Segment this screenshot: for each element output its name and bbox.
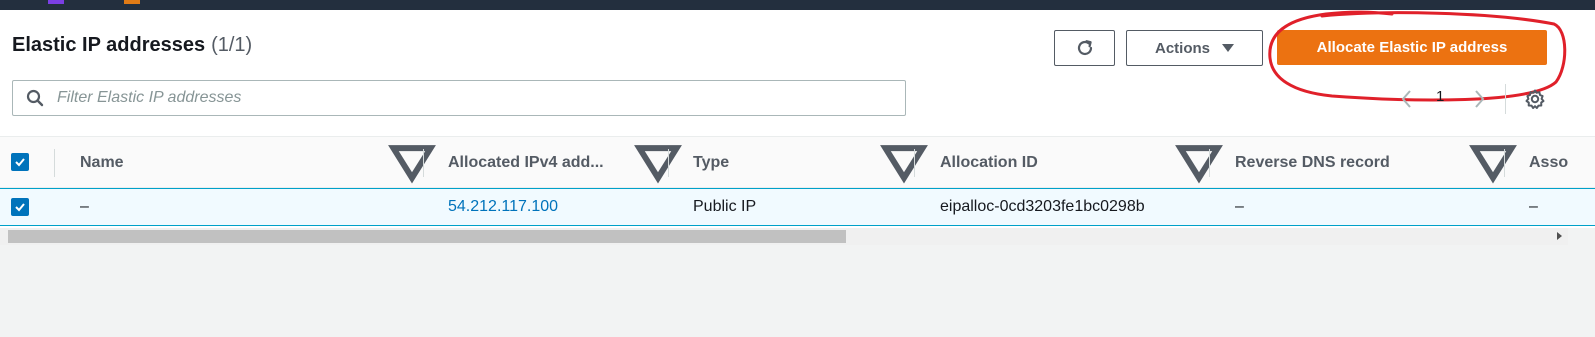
column-separator — [914, 149, 915, 177]
chevron-right-icon[interactable] — [1470, 88, 1488, 110]
cell-allocation-id: eipalloc-0cd3203fe1bc0298b — [940, 198, 1145, 215]
search-icon-wrap — [13, 81, 57, 115]
scrollbar-thumb[interactable] — [8, 230, 846, 243]
table-header: Name Allocated IPv4 add... Type Allocati… — [0, 136, 1595, 188]
column-header-type[interactable]: Type — [693, 137, 729, 189]
sort-down-icon[interactable] — [632, 137, 684, 189]
scroll-right-arrow-icon[interactable] — [1557, 232, 1562, 240]
column-separator — [1209, 149, 1210, 177]
page-title-text: Elastic IP addresses — [12, 34, 206, 56]
cell-association: – — [1529, 198, 1538, 215]
column-header-label: Reverse DNS record — [1235, 154, 1390, 171]
refresh-icon — [1077, 40, 1092, 56]
search-icon — [26, 89, 44, 107]
filter-search-input[interactable]: Filter Elastic IP addresses — [12, 80, 906, 116]
service-color-chip — [48, 0, 64, 4]
column-header-allocation-id[interactable]: Allocation ID — [940, 137, 1038, 189]
column-header-name[interactable]: Name — [80, 137, 124, 189]
sort-down-icon[interactable] — [386, 137, 438, 189]
search-placeholder: Filter Elastic IP addresses — [57, 89, 242, 106]
column-separator — [54, 149, 55, 177]
column-header-label: Allocation ID — [940, 154, 1038, 171]
horizontal-scrollbar[interactable] — [0, 228, 1568, 245]
cell-reverse-dns: – — [1235, 198, 1244, 215]
checkmark-icon — [15, 158, 25, 167]
column-header-allocated-ipv4[interactable]: Allocated IPv4 add... — [448, 137, 604, 189]
column-header-label: Asso — [1529, 154, 1569, 171]
actions-dropdown-button[interactable]: Actions — [1126, 30, 1263, 66]
column-header-label: Type — [693, 154, 730, 171]
sort-down-icon[interactable] — [878, 137, 930, 189]
column-header-label: Allocated IPv4 add... — [448, 154, 604, 171]
column-header-label: Name — [80, 154, 124, 171]
page-title: Elastic IP addresses (1/1) — [12, 34, 252, 57]
table-row[interactable]: – 54.212.117.100 Public IP eipalloc-0cd3… — [0, 188, 1595, 226]
column-separator — [668, 149, 669, 177]
row-checkbox[interactable] — [11, 198, 29, 216]
chevron-left-icon[interactable] — [1398, 88, 1416, 110]
sort-down-icon[interactable] — [1173, 137, 1225, 189]
pager-divider — [1505, 84, 1506, 114]
cell-name: – — [80, 198, 89, 215]
selection-count: (1/1) — [211, 34, 253, 56]
select-all-checkbox[interactable] — [11, 153, 29, 171]
column-separator — [423, 149, 424, 177]
gear-icon[interactable] — [1524, 88, 1546, 110]
column-header-association[interactable]: Asso — [1529, 137, 1568, 189]
current-page-number[interactable]: 1 — [1436, 88, 1444, 105]
actions-label: Actions — [1154, 39, 1210, 57]
cell-allocated-ipv4-link[interactable]: 54.212.117.100 — [448, 189, 558, 225]
caret-down-icon — [1222, 44, 1234, 52]
column-separator — [1504, 149, 1505, 177]
refresh-button[interactable] — [1054, 30, 1115, 66]
cell-type: Public IP — [693, 198, 757, 215]
sort-down-icon[interactable] — [1467, 137, 1519, 189]
service-color-chip — [124, 0, 140, 4]
checkmark-icon — [15, 203, 25, 212]
column-header-reverse-dns[interactable]: Reverse DNS record — [1235, 137, 1390, 189]
